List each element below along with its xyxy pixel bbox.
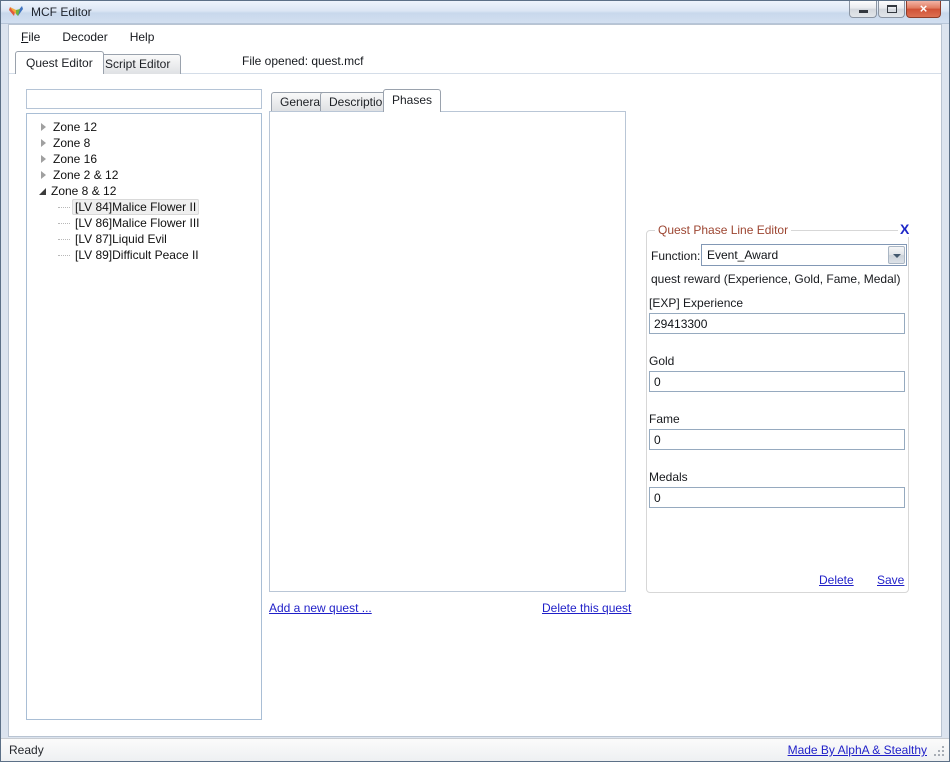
tree-connector (58, 255, 70, 256)
tree-node-child[interactable]: [LV 89]Difficult Peace II (27, 247, 261, 263)
close-editor-icon[interactable] (898, 221, 911, 237)
reward-fields: [EXP] Experience Gold Fame Medals (649, 296, 905, 528)
resize-grip-icon[interactable] (934, 746, 946, 758)
tab-phases[interactable]: Phases (383, 89, 441, 112)
tree-node-label: [LV 87]Liquid Evil (72, 231, 170, 247)
field-input[interactable] (649, 313, 905, 334)
tree-node-label: Zone 12 (50, 119, 100, 135)
maximize-button[interactable] (878, 1, 905, 18)
field-label: Medals (649, 470, 905, 485)
function-value: Event_Award (704, 247, 886, 263)
menu-item-help[interactable]: Help (119, 27, 166, 47)
tree-node[interactable]: Zone 8 & 12 (27, 183, 261, 199)
tab-quest-editor[interactable]: Quest Editor (15, 51, 104, 74)
tree-connector (58, 207, 70, 208)
tree-node-child[interactable]: [LV 84]Malice Flower II (27, 199, 261, 215)
tree-node[interactable]: Zone 2 & 12 (27, 167, 261, 183)
field-label: Fame (649, 412, 905, 427)
menu-item-file[interactable]: File (10, 27, 51, 47)
menu-item-decoder[interactable]: Decoder (51, 27, 118, 47)
window-controls (849, 1, 941, 18)
tree-node[interactable]: Zone 12 (27, 119, 261, 135)
minimize-button[interactable] (849, 1, 877, 18)
delete-this-quest-link[interactable]: Delete this quest (542, 601, 631, 615)
tree-node-label: Zone 2 & 12 (50, 167, 121, 183)
maximize-icon (887, 5, 897, 13)
quest-tree: Zone 12Zone 8Zone 16Zone 2 & 12Zone 8 & … (26, 113, 262, 720)
field-label: [EXP] Experience (649, 296, 905, 311)
expand-icon[interactable] (41, 123, 46, 131)
tree-connector (58, 239, 70, 240)
function-combo[interactable]: Event_Award (701, 244, 907, 266)
tree-node-child[interactable]: [LV 86]Malice Flower III (27, 215, 261, 231)
menubar: FileDecoderHelp (10, 27, 165, 47)
function-label: Function: (651, 249, 700, 263)
file-opened-label: File opened: quest.mcf (242, 54, 363, 68)
app-window: MCF Editor FileDecoderHelp Quest Editor … (0, 0, 950, 762)
tree-search-input[interactable] (26, 89, 262, 109)
tree-node-label: [LV 86]Malice Flower III (72, 215, 203, 231)
phases-tab-page (269, 111, 626, 592)
field-label: Gold (649, 354, 905, 369)
tree-connector (58, 223, 70, 224)
expand-icon[interactable] (41, 171, 46, 179)
tree-node-label: Zone 8 & 12 (48, 183, 119, 199)
titlebar: MCF Editor (1, 1, 949, 24)
close-icon (907, 1, 940, 17)
field-input[interactable] (649, 429, 905, 450)
tree-node-child[interactable]: [LV 87]Liquid Evil (27, 231, 261, 247)
field-input[interactable] (649, 487, 905, 508)
function-description: quest reward (Experience, Gold, Fame, Me… (651, 272, 900, 286)
field-input[interactable] (649, 371, 905, 392)
tree-node-label: [LV 84]Malice Flower II (72, 199, 199, 215)
chevron-down-icon[interactable] (888, 246, 905, 264)
status-text: Ready (9, 743, 44, 757)
tree-node[interactable]: Zone 16 (27, 151, 261, 167)
tree-node-label: [LV 89]Difficult Peace II (72, 247, 202, 263)
line-editor-title: Quest Phase Line Editor (655, 223, 791, 237)
collapse-icon[interactable] (39, 188, 46, 195)
line-delete-link[interactable]: Delete (819, 573, 854, 587)
app-logo-icon (8, 4, 24, 20)
expand-icon[interactable] (41, 139, 46, 147)
tree-node-label: Zone 16 (50, 151, 100, 167)
window-title: MCF Editor (31, 5, 92, 19)
expand-icon[interactable] (41, 155, 46, 163)
tree-node[interactable]: Zone 8 (27, 135, 261, 151)
minimize-icon (859, 10, 868, 13)
statusbar: Ready Made By AlphA & Stealthy (1, 738, 949, 761)
tree-node-label: Zone 8 (50, 135, 93, 151)
tab-script-editor[interactable]: Script Editor (94, 54, 181, 74)
credits-link[interactable]: Made By AlphA & Stealthy (788, 743, 927, 757)
line-save-link[interactable]: Save (877, 573, 904, 587)
close-button[interactable] (906, 1, 941, 18)
add-new-quest-link[interactable]: Add a new quest ... (269, 601, 372, 615)
